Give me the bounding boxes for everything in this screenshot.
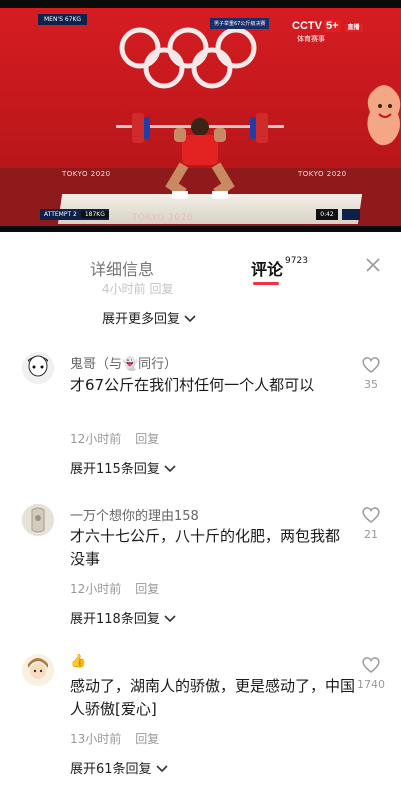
comment-text: 才六十七公斤，八十斤的化肥，两包我都没事 bbox=[70, 527, 341, 568]
expand-replies-button[interactable]: 展开61条回复 bbox=[70, 758, 168, 777]
avatar[interactable] bbox=[22, 654, 54, 686]
reply-button[interactable]: 回复 bbox=[135, 582, 159, 596]
comment-username[interactable]: 一万个想你的理由158 bbox=[70, 505, 199, 524]
attempt-bar: ATTEMPT 2 187KG bbox=[40, 209, 109, 220]
comment-username[interactable]: 鬼哥（与👻同行） bbox=[70, 353, 177, 372]
mascot-sticker-icon bbox=[367, 85, 401, 146]
comments-panel: 详细信息 评论 9723 4小时前 回复 展开更多回复 鬼哥（与👻同行） 才67公… bbox=[0, 232, 401, 800]
like-count: 35 bbox=[364, 378, 378, 391]
channel-subtitle: 体育赛事 bbox=[297, 35, 325, 43]
like-heart-icon[interactable] bbox=[361, 506, 381, 524]
like-heart-icon[interactable] bbox=[361, 356, 381, 374]
channel-logo: CCTV 5+ 直播 bbox=[292, 20, 363, 32]
comment-time: 12小时前 bbox=[70, 432, 122, 446]
tab-details[interactable]: 详细信息 bbox=[90, 256, 154, 280]
video-player[interactable]: TOKYO 2020 TOKYO 2020 TOKYO 2020 MEN'S 6… bbox=[0, 0, 401, 232]
avatar-image bbox=[22, 654, 54, 686]
chevron-down-icon bbox=[164, 464, 176, 472]
comment-time: 13小时前 bbox=[70, 732, 122, 746]
olympic-rings-icon bbox=[119, 27, 257, 89]
reply-button[interactable]: 回复 bbox=[135, 732, 159, 746]
comment-text: 感动了，湖南人的骄傲，更是感动了，中国人骄傲[爱心] bbox=[70, 677, 356, 718]
chevron-down-icon bbox=[164, 614, 176, 622]
venue-label: TOKYO 2020 bbox=[298, 170, 347, 178]
expand-replies-button[interactable]: 展开118条回复 bbox=[70, 608, 176, 627]
close-icon[interactable] bbox=[364, 256, 382, 274]
comment-time: 12小时前 bbox=[70, 582, 122, 596]
comment-username[interactable]: 👍 bbox=[70, 654, 86, 669]
expand-more-replies-button[interactable]: 展开更多回复 bbox=[102, 308, 196, 327]
avatar[interactable] bbox=[22, 504, 54, 536]
active-tab-indicator bbox=[253, 282, 279, 285]
comment-meta: 13小时前 回复 bbox=[70, 730, 159, 747]
avatar-image bbox=[22, 352, 54, 384]
chevron-down-icon bbox=[184, 314, 196, 322]
faded-reply-meta: 4小时前 回复 bbox=[102, 282, 174, 296]
chevron-down-icon bbox=[155, 764, 168, 772]
avatar-image bbox=[22, 504, 54, 536]
comment-count: 9723 bbox=[285, 255, 308, 266]
video-frame: TOKYO 2020 TOKYO 2020 TOKYO 2020 bbox=[0, 8, 401, 226]
tab-bar: 详细信息 评论 9723 bbox=[0, 232, 401, 288]
like-count: 1740 bbox=[357, 678, 385, 691]
venue-label: TOKYO 2020 bbox=[132, 213, 194, 223]
comment-meta: 12小时前 回复 bbox=[70, 430, 159, 447]
like-count: 21 bbox=[364, 528, 378, 541]
event-caption: 男子举重67公斤级决赛 bbox=[210, 18, 270, 29]
like-heart-icon[interactable] bbox=[361, 656, 381, 674]
avatar[interactable] bbox=[22, 352, 54, 384]
comment-text: 才67公斤在我们村任何一个人都可以 bbox=[70, 376, 315, 394]
tab-comments[interactable]: 评论 9723 bbox=[251, 256, 308, 280]
weightlifter-figure bbox=[116, 113, 284, 199]
venue-label: TOKYO 2020 bbox=[62, 170, 111, 178]
attempt-timer: 0:42 bbox=[316, 209, 338, 220]
comment-meta: 12小时前 回复 bbox=[70, 580, 159, 597]
event-tag: MEN'S 67KG bbox=[38, 14, 88, 25]
olympic-mini-logo bbox=[342, 209, 360, 220]
reply-button[interactable]: 回复 bbox=[135, 432, 159, 446]
expand-replies-button[interactable]: 展开115条回复 bbox=[70, 458, 176, 477]
